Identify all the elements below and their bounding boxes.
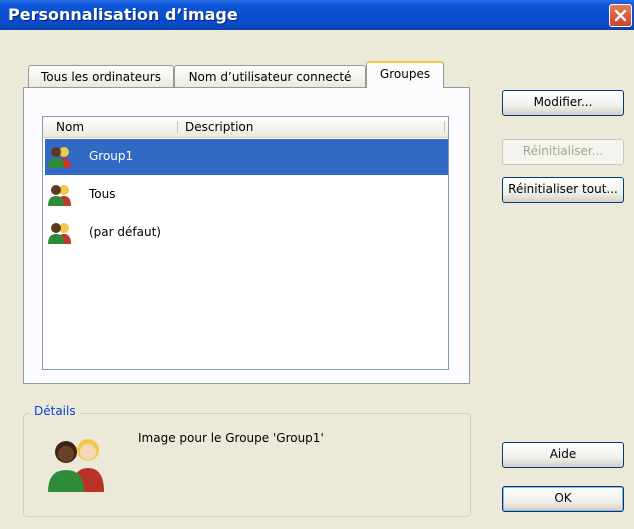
details-text: Image pour le Groupe 'Group1'	[138, 431, 324, 445]
list-header: Nom Description	[43, 117, 448, 138]
close-icon	[614, 9, 627, 22]
user-group-icon	[48, 439, 104, 492]
list-item[interactable]: (par défaut)	[45, 215, 448, 251]
list-item[interactable]: Tous	[45, 177, 448, 213]
user-group-icon	[48, 185, 71, 206]
groups-list[interactable]: Nom Description Group1 Tous (par défaut)	[42, 116, 449, 370]
reinitialiser-tout-button[interactable]: Réinitialiser tout...	[502, 177, 624, 203]
tab-nom-utilisateur-connecte[interactable]: Nom d’utilisateur connecté	[174, 65, 366, 88]
user-group-icon	[48, 147, 71, 168]
aide-button[interactable]: Aide	[502, 442, 624, 468]
window-title: Personnalisation d’image	[8, 5, 238, 24]
column-header-nom[interactable]: Nom	[56, 120, 84, 134]
user-group-icon	[48, 223, 71, 244]
column-header-description[interactable]: Description	[185, 120, 253, 134]
title-bar[interactable]: Personnalisation d’image	[0, 0, 634, 30]
column-separator[interactable]	[444, 121, 445, 133]
row-name: (par défaut)	[89, 225, 161, 239]
tab-tous-les-ordinateurs[interactable]: Tous les ordinateurs	[28, 65, 174, 88]
close-button[interactable]	[609, 4, 632, 27]
reinitialiser-button[interactable]: Réinitialiser...	[502, 139, 624, 165]
details-label: Détails	[30, 404, 80, 418]
tab-panel-groupes: Nom Description Group1 Tous (par défaut)	[23, 87, 470, 384]
modifier-button[interactable]: Modifier...	[502, 90, 624, 116]
row-name: Tous	[89, 187, 116, 201]
list-item[interactable]: Group1	[45, 139, 448, 175]
ok-button[interactable]: OK	[502, 486, 624, 512]
dialog-window: Personnalisation d’image Tous les ordina…	[0, 0, 634, 529]
row-name: Group1	[87, 149, 136, 163]
column-separator[interactable]	[177, 121, 178, 133]
tab-groupes[interactable]: Groupes	[366, 61, 444, 88]
